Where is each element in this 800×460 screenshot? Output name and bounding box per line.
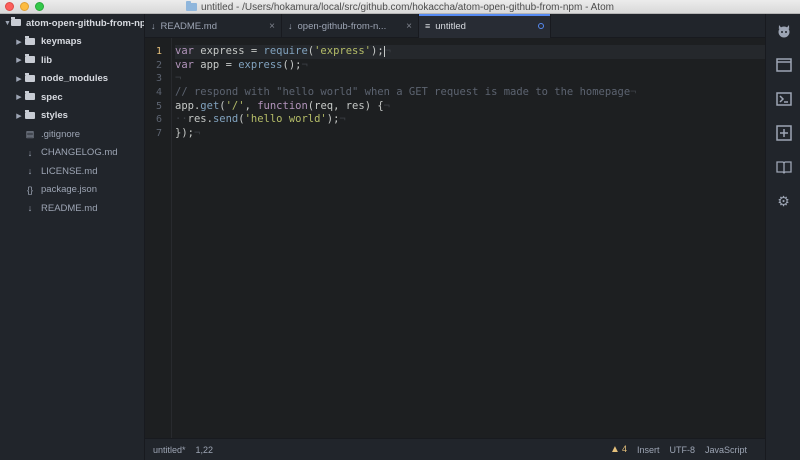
tree-item-gitignore[interactable]: ▤ .gitignore xyxy=(0,125,144,144)
chevron-right-icon: ▶ xyxy=(16,38,22,46)
folder-icon xyxy=(24,91,36,102)
tree-item-readme[interactable]: ↓ README.md xyxy=(0,199,144,218)
status-grammar[interactable]: JavaScript xyxy=(705,445,747,455)
tab-label: README.md xyxy=(160,20,217,32)
title-bar: untitled - /Users/hokamura/local/src/git… xyxy=(0,0,800,14)
tree-item-keymaps[interactable]: ▶ keymaps xyxy=(0,33,144,52)
line-number: 5 xyxy=(155,100,162,112)
folder-icon xyxy=(186,1,198,11)
warning-icon: ▲ xyxy=(610,444,620,455)
tree-item-label: CHANGELOG.md xyxy=(41,147,118,159)
markdown-icon: ↓ xyxy=(27,203,33,214)
line-number: 7 xyxy=(155,128,162,140)
folder-icon xyxy=(24,109,36,121)
book-button[interactable] xyxy=(766,150,800,184)
code-line: app.get('/', function(req, res) {¬ xyxy=(175,99,390,112)
tab-bar: ↓ README.md × ↓ open-github-from-n... × … xyxy=(145,14,765,38)
tool-bar: ⚙ xyxy=(765,14,800,460)
book-icon xyxy=(775,161,792,174)
tree-item-license[interactable]: ↓ LICENSE.md xyxy=(0,162,144,181)
folder-icon xyxy=(24,72,36,84)
line-number: 4 xyxy=(155,87,162,99)
status-mode[interactable]: Insert xyxy=(637,445,660,455)
title-wrap: untitled - /Users/hokamura/local/src/git… xyxy=(0,0,800,14)
github-button[interactable] xyxy=(766,14,800,48)
line-number-gutter: 1 2 3 4 5 6 7 xyxy=(145,38,172,438)
tab-open-github-from-npm[interactable]: ↓ open-github-from-n... × xyxy=(282,14,419,38)
text-file-icon: ▤ xyxy=(25,128,35,139)
warning-count: 4 xyxy=(621,444,627,454)
code-line: });¬ xyxy=(175,127,201,140)
code-line: // respond with "hello world" when a GET… xyxy=(175,86,637,99)
window-title: untitled - /Users/hokamura/local/src/git… xyxy=(201,1,614,13)
status-warnings[interactable]: ▲ 4 xyxy=(610,444,627,455)
browser-icon xyxy=(775,58,792,72)
tab-label: untitled xyxy=(435,20,466,32)
terminal-button[interactable] xyxy=(766,82,800,116)
tree-item-lib[interactable]: ▶ lib xyxy=(0,51,144,70)
tree-item-label: LICENSE.md xyxy=(41,165,98,177)
tree-item-styles[interactable]: ▶ styles xyxy=(0,107,144,126)
repo-icon xyxy=(10,17,21,28)
tree-root-label: atom-open-github-from-npm xyxy=(25,17,145,29)
code-line: ··res.send('hello world');¬ xyxy=(175,113,346,126)
code-area[interactable]: var express = require('express');¬ var a… xyxy=(175,45,765,141)
line-number: 3 xyxy=(155,73,162,85)
tree-item-label: node_modules xyxy=(41,73,109,85)
markdown-icon: ↓ xyxy=(151,21,156,31)
chevron-right-icon: ▶ xyxy=(16,57,22,65)
tree-item-label: package.json xyxy=(41,184,97,196)
tab-untitled[interactable]: ≡ untitled xyxy=(419,14,551,38)
tree-item-node-modules[interactable]: ▶ node_modules xyxy=(0,70,144,89)
tree-item-label: README.md xyxy=(41,202,98,214)
tree-item-spec[interactable]: ▶ spec xyxy=(0,88,144,107)
add-button[interactable] xyxy=(766,116,800,150)
tab-label: open-github-from-n... xyxy=(297,20,387,32)
tree-item-label: lib xyxy=(41,54,53,66)
gear-icon: ⚙ xyxy=(777,192,790,209)
terminal-icon xyxy=(775,92,792,106)
tree-item-label: styles xyxy=(41,110,68,122)
tree-item-label: spec xyxy=(41,91,63,103)
modified-indicator-icon[interactable] xyxy=(538,23,544,29)
text-file-icon: ≡ xyxy=(425,21,431,31)
folder-icon xyxy=(24,35,36,47)
markdown-icon: ↓ xyxy=(27,147,33,158)
chevron-right-icon: ▶ xyxy=(16,112,22,120)
tree-view: ▼ atom-open-github-from-npm ▶ keymaps ▶ … xyxy=(0,14,145,460)
line-number: 6 xyxy=(155,114,162,126)
github-icon xyxy=(778,25,789,38)
tree-root[interactable]: ▼ atom-open-github-from-npm xyxy=(0,14,144,33)
close-icon[interactable]: × xyxy=(269,21,275,32)
tree-item-package-json[interactable]: {} package.json xyxy=(0,181,144,200)
status-bar: untitled* 1,22 ▲ 4 Insert UTF-8 JavaScrip… xyxy=(145,438,765,460)
chevron-right-icon: ▶ xyxy=(16,75,22,83)
tab-readme[interactable]: ↓ README.md × xyxy=(145,14,282,38)
code-line: ¬ xyxy=(175,72,182,85)
chevron-down-icon: ▼ xyxy=(4,19,11,27)
tree-item-label: keymaps xyxy=(41,36,82,48)
code-line: var app = express();¬ xyxy=(175,58,308,71)
tree-item-changelog[interactable]: ↓ CHANGELOG.md xyxy=(0,144,144,163)
status-file-name[interactable]: untitled* xyxy=(153,445,186,455)
markdown-icon: ↓ xyxy=(27,166,33,177)
line-number: 2 xyxy=(155,59,162,71)
tree-item-label: .gitignore xyxy=(41,128,81,140)
settings-button[interactable]: ⚙ xyxy=(766,184,800,218)
text-editor[interactable]: 1 2 3 4 5 6 7 var express = require('exp… xyxy=(145,38,765,438)
status-cursor-position[interactable]: 1,22 xyxy=(196,445,214,455)
close-icon[interactable]: × xyxy=(406,21,412,32)
chevron-right-icon: ▶ xyxy=(16,94,22,102)
folder-icon xyxy=(24,54,36,65)
add-icon xyxy=(775,125,792,141)
code-line: var express = require('express');¬ xyxy=(175,45,765,59)
json-icon: {} xyxy=(26,184,33,195)
code-file-icon: ↓ xyxy=(288,21,293,31)
browser-button[interactable] xyxy=(766,48,800,82)
line-number: 1 xyxy=(155,46,162,57)
status-encoding[interactable]: UTF-8 xyxy=(669,445,695,455)
